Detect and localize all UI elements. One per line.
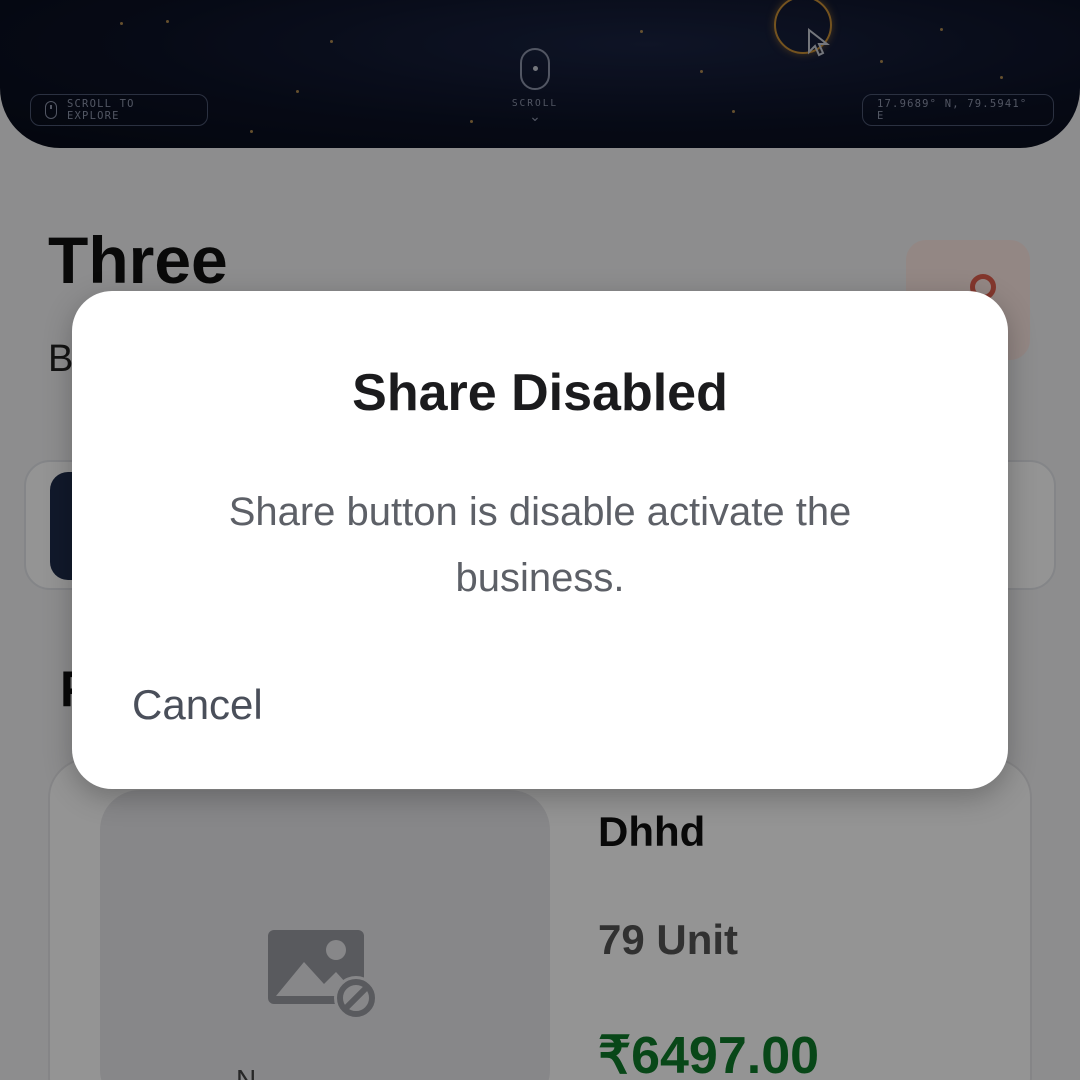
cancel-button[interactable]: Cancel xyxy=(132,675,263,735)
dialog-title: Share Disabled xyxy=(352,364,728,422)
dialog-message: Share button is disable activate the bus… xyxy=(228,490,852,600)
share-disabled-dialog: Share Disabled Share button is disable a… xyxy=(72,291,1008,789)
